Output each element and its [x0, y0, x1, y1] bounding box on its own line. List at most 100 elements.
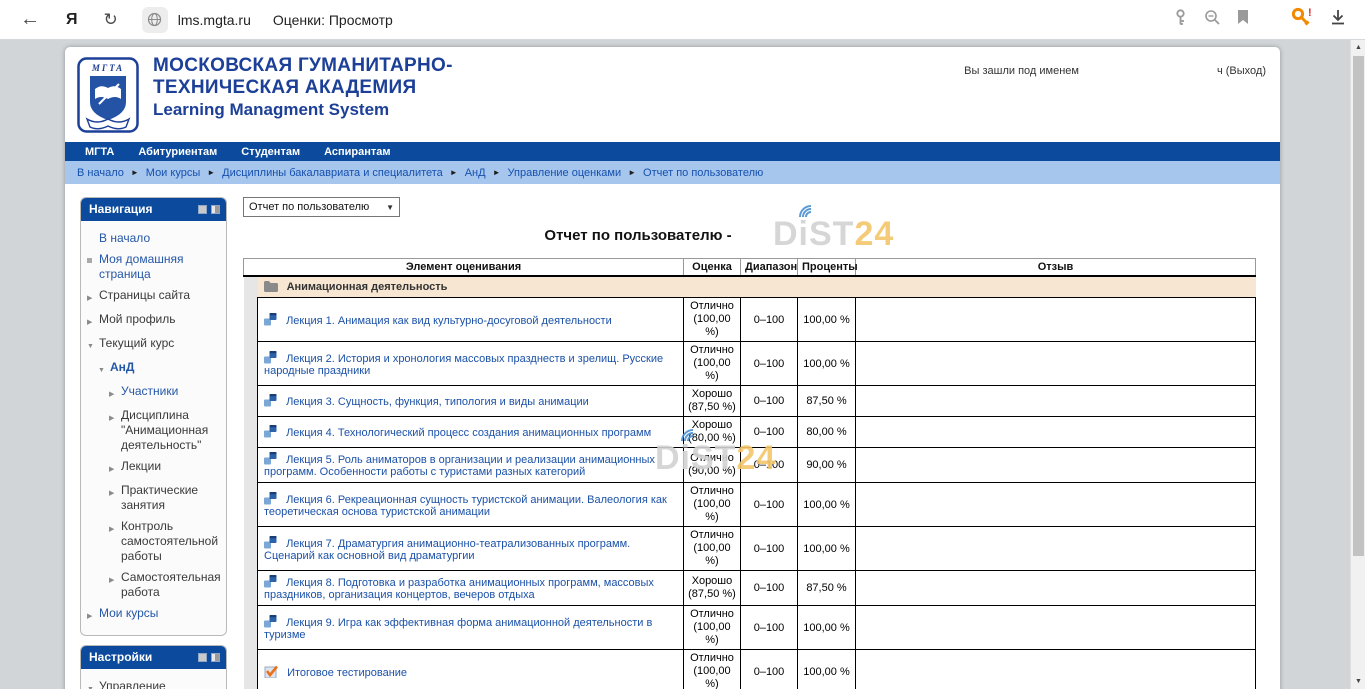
- sidebar-item[interactable]: В начало: [87, 228, 222, 249]
- grade-item-link[interactable]: Лекция 1. Анимация как вид культурно-дос…: [286, 315, 612, 327]
- percent-cell: 100,00 %: [798, 298, 856, 342]
- block-dock-icon[interactable]: [211, 205, 220, 214]
- block-collapse-icon[interactable]: [198, 205, 207, 214]
- sidebar-item[interactable]: ▶ Мой профиль: [87, 309, 222, 333]
- breadcrumb: В начало ► Мои курсы ► Дисциплины бакала…: [65, 161, 1280, 184]
- password-key-icon[interactable]: [1173, 9, 1188, 31]
- report-main: Отчет по пользователю ▼ Отчет по пользов…: [243, 197, 1255, 689]
- sidebar-item[interactable]: ▶ Лекции: [109, 456, 222, 480]
- scroll-down-icon[interactable]: ▼: [1351, 678, 1365, 685]
- grade-row: Лекция 9. Игра как эффективная форма ани…: [244, 606, 1256, 650]
- main-nav-item[interactable]: Студентам: [241, 146, 300, 158]
- breadcrumb-link[interactable]: В начало: [77, 167, 124, 179]
- vertical-scrollbar[interactable]: ▲ ▼: [1350, 40, 1365, 689]
- feedback-cell: [856, 650, 1256, 689]
- indent-cell: [244, 650, 258, 689]
- grade-item-link[interactable]: Лекция 3. Сущность, функция, типология и…: [286, 396, 589, 408]
- grade-item-cell: Итоговое тестирование: [258, 650, 684, 689]
- feedback-cell: [856, 527, 1256, 571]
- grade-item-link[interactable]: Лекция 9. Игра как эффективная форма ани…: [264, 617, 652, 641]
- tree-marker-icon: ▶: [87, 312, 99, 330]
- percent-cell: 100,00 %: [798, 342, 856, 386]
- logout-link[interactable]: ч (Выход): [1217, 65, 1266, 77]
- percent-cell: 100,00 %: [798, 527, 856, 571]
- grade-item-link[interactable]: Лекция 2. История и хронология массовых …: [264, 353, 663, 377]
- breadcrumb-link[interactable]: Управление оценками: [508, 167, 622, 179]
- main-nav-item[interactable]: МГТА: [85, 146, 114, 158]
- feedback-cell: [856, 417, 1256, 448]
- grade-row: Лекция 2. История и хронология массовых …: [244, 342, 1256, 386]
- breadcrumb-link[interactable]: Дисциплины бакалавриата и специалитета: [222, 167, 443, 179]
- sidebar-item[interactable]: Моя домашняя страница: [87, 249, 222, 285]
- grade-item-link[interactable]: Лекция 7. Драматургия анимационно-театра…: [264, 538, 630, 562]
- block-dock-icon[interactable]: [211, 653, 220, 662]
- grade-item-link[interactable]: Итоговое тестирование: [287, 667, 407, 679]
- breadcrumb-link[interactable]: Мои курсы: [146, 167, 200, 179]
- percent-cell: 100,00 %: [798, 606, 856, 650]
- sidebar-item[interactable]: ▶ Самостоятельная работа: [109, 567, 222, 603]
- grade-row: Лекция 6. Рекреационная сущность туристс…: [244, 483, 1256, 527]
- sidebar-item-label: Моя домашняя страница: [99, 252, 222, 282]
- grade-item-link[interactable]: Лекция 4. Технологический процесс создан…: [286, 427, 651, 439]
- grade-item-cell: Лекция 1. Анимация как вид культурно-дос…: [258, 298, 684, 342]
- sidebar-item[interactable]: ▼ АнД: [98, 357, 222, 381]
- scroll-up-icon[interactable]: ▲: [1351, 44, 1365, 51]
- svg-text:!: !: [1308, 7, 1312, 19]
- sidebar-item-label: Практические занятия: [121, 483, 222, 513]
- grade-row: Лекция 4. Технологический процесс создан…: [244, 417, 1256, 448]
- sidebar-item-label: Текущий курс: [99, 336, 222, 351]
- grade-table: Элемент оценивания Оценка Диапазон Проце…: [243, 258, 1256, 689]
- indent-cell: [244, 276, 258, 298]
- column-header-feedback: Отзыв: [856, 259, 1256, 277]
- main-nav-item[interactable]: Абитуриентам: [138, 146, 217, 158]
- tree-marker-icon: ▼: [98, 360, 110, 378]
- grade-row: Лекция 1. Анимация как вид культурно-дос…: [244, 298, 1256, 342]
- sidebar-item[interactable]: ▶ Мои курсы: [87, 603, 222, 627]
- scrollbar-thumb[interactable]: [1353, 56, 1364, 556]
- download-icon[interactable]: [1329, 8, 1347, 31]
- grade-table-body: Анимационная деятельность Лекция 1. Аним…: [244, 276, 1256, 689]
- tree-marker-icon: [87, 252, 99, 263]
- range-cell: 0–100: [741, 342, 798, 386]
- breadcrumb-link[interactable]: Отчет по пользователю: [643, 167, 763, 179]
- bookmark-icon[interactable]: [1237, 10, 1249, 30]
- block-collapse-icon[interactable]: [198, 653, 207, 662]
- main-nav-item[interactable]: Аспирантам: [324, 146, 390, 158]
- feedback-cell: [856, 342, 1256, 386]
- grade-item-link[interactable]: Лекция 8. Подготовка и разработка анимац…: [264, 577, 654, 601]
- page-search-icon[interactable]: [1204, 9, 1221, 31]
- grade-item-link[interactable]: Лекция 5. Роль аниматоров в организации …: [264, 454, 655, 478]
- category-row: Анимационная деятельность: [244, 276, 1256, 298]
- percent-cell: 90,00 %: [798, 448, 856, 483]
- indent-cell: [244, 342, 258, 386]
- grade-row: Лекция 7. Драматургия анимационно-театра…: [244, 527, 1256, 571]
- indent-cell: [244, 448, 258, 483]
- grade-item-cell: Лекция 6. Рекреационная сущность туристс…: [258, 483, 684, 527]
- indent-cell: [244, 386, 258, 417]
- range-cell: 0–100: [741, 417, 798, 448]
- sidebar-item[interactable]: ▼ Управление оценками: [87, 676, 222, 689]
- navigation-list: В начало Моя домашняя страница ▶ Страниц…: [81, 221, 226, 635]
- breadcrumb-link[interactable]: АнД: [465, 167, 486, 179]
- sidebar-item[interactable]: ▶ Практические занятия: [109, 480, 222, 516]
- sidebar-item-label: Контроль самостоятельной работы: [121, 519, 222, 564]
- grade-cell: Отлично(100,00 %): [684, 650, 741, 689]
- tree-marker-icon: [87, 231, 99, 234]
- lesson-icon: [264, 425, 277, 438]
- lesson-icon: [264, 394, 277, 407]
- grade-item-link[interactable]: Лекция 6. Рекреационная сущность туристс…: [264, 494, 667, 518]
- password-alert-icon[interactable]: !: [1291, 7, 1313, 32]
- sidebar-item-label: Страницы сайта: [99, 288, 222, 303]
- address-bar-url[interactable]: lms.mgta.ru: [178, 12, 251, 28]
- sidebar-item[interactable]: ▶ Участники: [109, 381, 222, 405]
- back-icon[interactable]: ←: [20, 8, 40, 31]
- indent-cell: [244, 571, 258, 606]
- sidebar-item[interactable]: ▼ Текущий курс: [87, 333, 222, 357]
- yandex-logo-icon[interactable]: Я: [66, 11, 78, 29]
- sidebar-item[interactable]: ▶ Страницы сайта: [87, 285, 222, 309]
- sidebar-item[interactable]: ▶ Контроль самостоятельной работы: [109, 516, 222, 567]
- sidebar-item[interactable]: ▶ Дисциплина "Анимационная деятельность": [109, 405, 222, 456]
- column-header-item: Элемент оценивания: [244, 259, 684, 277]
- report-type-select[interactable]: Отчет по пользователю ▼: [243, 197, 400, 217]
- refresh-icon[interactable]: ↻: [104, 10, 118, 30]
